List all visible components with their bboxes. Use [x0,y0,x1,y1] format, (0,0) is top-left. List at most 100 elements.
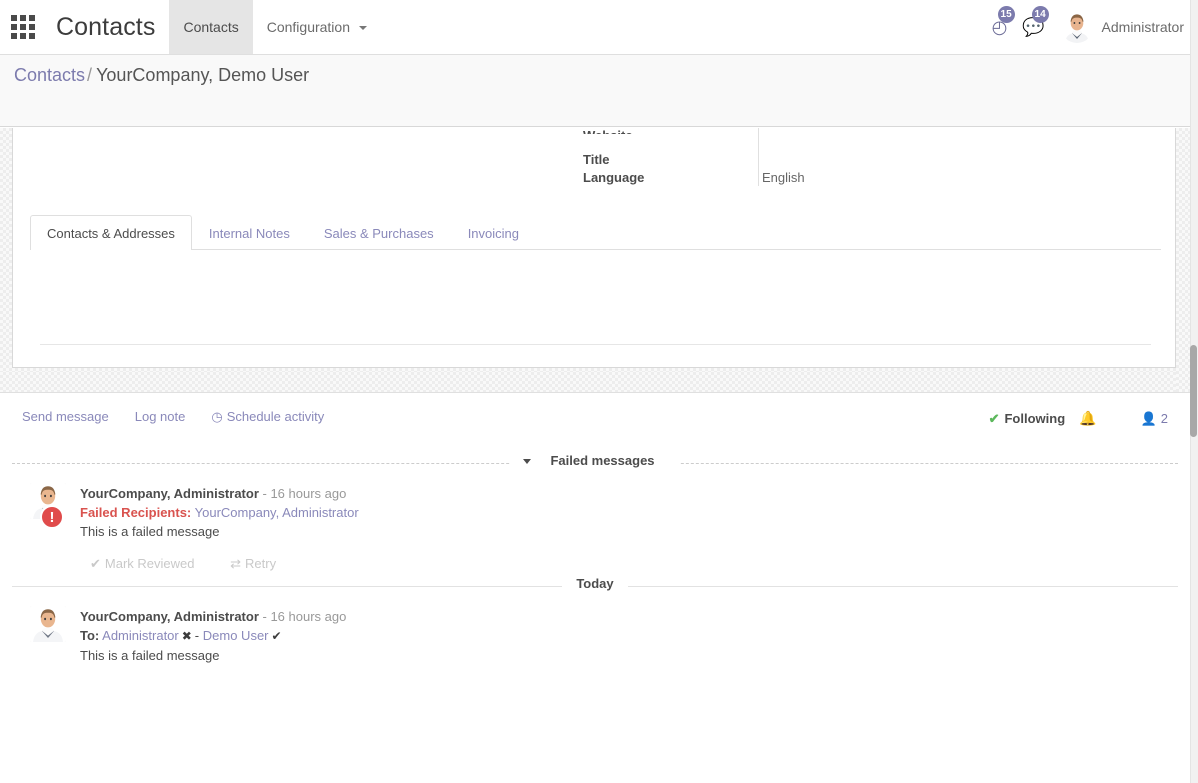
breadcrumb-root-link[interactable]: Contacts [14,65,85,85]
retry-label: Retry [245,556,276,571]
tab-invoicing-label: Invoicing [468,226,519,241]
failed-messages-label: Failed messages [538,453,666,468]
breadcrumb-current: YourCompany, Demo User [96,65,309,85]
notebook: Contacts & Addresses Internal Notes Sale… [30,214,1161,346]
field-group-right: Website Title Language English [583,128,1013,188]
log-note-label: Log note [135,409,186,424]
schedule-activity-label: Schedule activity [227,409,325,424]
message-recipients: Failed Recipients: YourCompany, Administ… [80,503,1168,522]
navbar-right: ◴ 15 💬 14 Administrator [983,0,1198,54]
send-message-button[interactable]: Send message [22,409,109,424]
chevron-down-icon [359,26,367,30]
send-message-label: Send message [22,409,109,424]
message-author: YourCompany, Administrator [80,486,259,501]
field-label-title: Title [583,152,748,167]
to-label: To: [80,628,99,643]
field-label-language: Language [583,170,748,185]
avatar[interactable] [1061,11,1093,43]
avatar-image [30,606,66,642]
today-label: Today [562,576,627,591]
following-label: Following [1004,411,1065,426]
tab-contacts-addresses-label: Contacts & Addresses [47,226,175,241]
top-navbar: Contacts Contacts Configuration ◴ 15 💬 1… [0,0,1198,55]
breadcrumb-separator: / [85,65,96,85]
recipient-dash: - [195,628,199,643]
check-icon: ✔ [90,556,101,571]
message-text: This is a failed message [80,522,1168,542]
field-row-title: Title [583,152,1013,170]
following-toggle-button[interactable]: ✔ Following [989,411,1066,427]
tab-internal-notes[interactable]: Internal Notes [192,215,307,250]
clock-o-icon: ◷ [211,409,222,424]
menu-configuration-label: Configuration [267,19,350,35]
page-scrollbar-thumb[interactable] [1190,345,1197,437]
page-scrollbar-track[interactable] [1190,0,1198,783]
notebook-tabs: Contacts & Addresses Internal Notes Sale… [30,214,1161,250]
message-header: YourCompany, Administrator - 16 hours ag… [80,484,1168,503]
user-menu-button[interactable]: Administrator [1093,19,1184,35]
recipient-sent-mark-icon: ✔ [269,629,285,643]
recipient-administrator-link[interactable]: Administrator [102,628,179,643]
retweet-icon: ⇄ [230,556,241,571]
field-label-website: Website [583,128,748,134]
field-row-language: Language English [583,170,1013,188]
field-row-website: Website [583,128,1013,146]
message-body: YourCompany, Administrator - 16 hours ag… [80,483,1168,576]
form-view: Website Title Language English Contacts … [0,128,1190,372]
message-header: YourCompany, Administrator - 16 hours ag… [80,607,1168,626]
menu-contacts[interactable]: Contacts [169,0,252,54]
check-icon: ✔ [989,411,1000,427]
chatter: Send message Log note ◷ Schedule activity… [0,392,1190,783]
failed-messages-separator[interactable]: Failed messages [12,453,1178,473]
mark-reviewed-button[interactable]: ✔Mark Reviewed [90,556,195,571]
tab-invoicing[interactable]: Invoicing [451,215,536,250]
sheet-side-band [1176,128,1190,392]
bell-icon[interactable]: 🔔 [1079,410,1096,427]
tab-contacts-addresses[interactable]: Contacts & Addresses [30,215,192,250]
sheet-bottom-band [0,372,1190,392]
messaging-menu-button[interactable]: 💬 14 [1017,0,1051,54]
retry-button[interactable]: ⇄ Retry [230,556,276,571]
message-recipients: To: Administrator✖- Demo User✔ [80,626,1168,646]
caret-down-icon [523,459,531,464]
recipient-demo-user-link[interactable]: Demo User [203,628,269,643]
followers-count-value: 2 [1161,411,1168,426]
tab-panel-contacts-addresses [30,250,1161,346]
activity-badge-count: 15 [998,6,1015,23]
message-item-failed: ! YourCompany, Administrator - 16 hours … [0,473,1190,576]
followers-area: ✔ Following 🔔 👤 2 [989,409,1168,427]
chatter-toolbar: Send message Log note ◷ Schedule activity… [0,393,1190,441]
tab-internal-notes-label: Internal Notes [209,226,290,241]
message-error-badge[interactable]: ! [40,505,64,529]
messaging-badge-count: 14 [1032,6,1049,23]
user-icon: 👤 [1141,411,1157,427]
control-panel: Contacts/YourCompany, Demo User Edit Cre… [0,55,1198,127]
followers-count-button[interactable]: 👤 2 [1141,411,1168,427]
tab-panel-divider [40,344,1151,345]
exclamation-icon: ! [50,509,55,526]
message-date: - 16 hours ago [263,609,347,624]
form-sheet: Website Title Language English Contacts … [12,128,1176,368]
tab-sales-purchases[interactable]: Sales & Purchases [307,215,451,250]
failed-recipients-label: Failed Recipients: [80,505,191,520]
menu-configuration[interactable]: Configuration [253,0,381,54]
message-item-today: YourCompany, Administrator - 16 hours ag… [0,596,1190,666]
failed-recipient-link[interactable]: YourCompany, Administrator [195,505,359,520]
schedule-activity-button[interactable]: ◷ Schedule activity [211,409,324,425]
message-failed-actions: ✔Mark Reviewed ⇄ Retry [80,542,1168,576]
breadcrumb: Contacts/YourCompany, Demo User [14,65,309,86]
avatar[interactable] [30,606,66,642]
activity-menu-button[interactable]: ◴ 15 [983,0,1017,54]
app-brand-title: Contacts [46,0,169,54]
field-value-language[interactable]: English [748,170,805,185]
apps-grid-icon [11,15,35,39]
message-date: - 16 hours ago [263,486,347,501]
recipient-failed-mark-icon: ✖ [179,629,195,643]
message-avatar-wrap: ! [30,483,80,576]
avatar-image [1061,11,1093,43]
log-note-button[interactable]: Log note [135,409,186,424]
menu-contacts-label: Contacts [183,19,238,35]
message-avatar-wrap [30,606,80,666]
message-body: YourCompany, Administrator - 16 hours ag… [80,606,1168,666]
apps-menu-button[interactable] [0,0,46,54]
